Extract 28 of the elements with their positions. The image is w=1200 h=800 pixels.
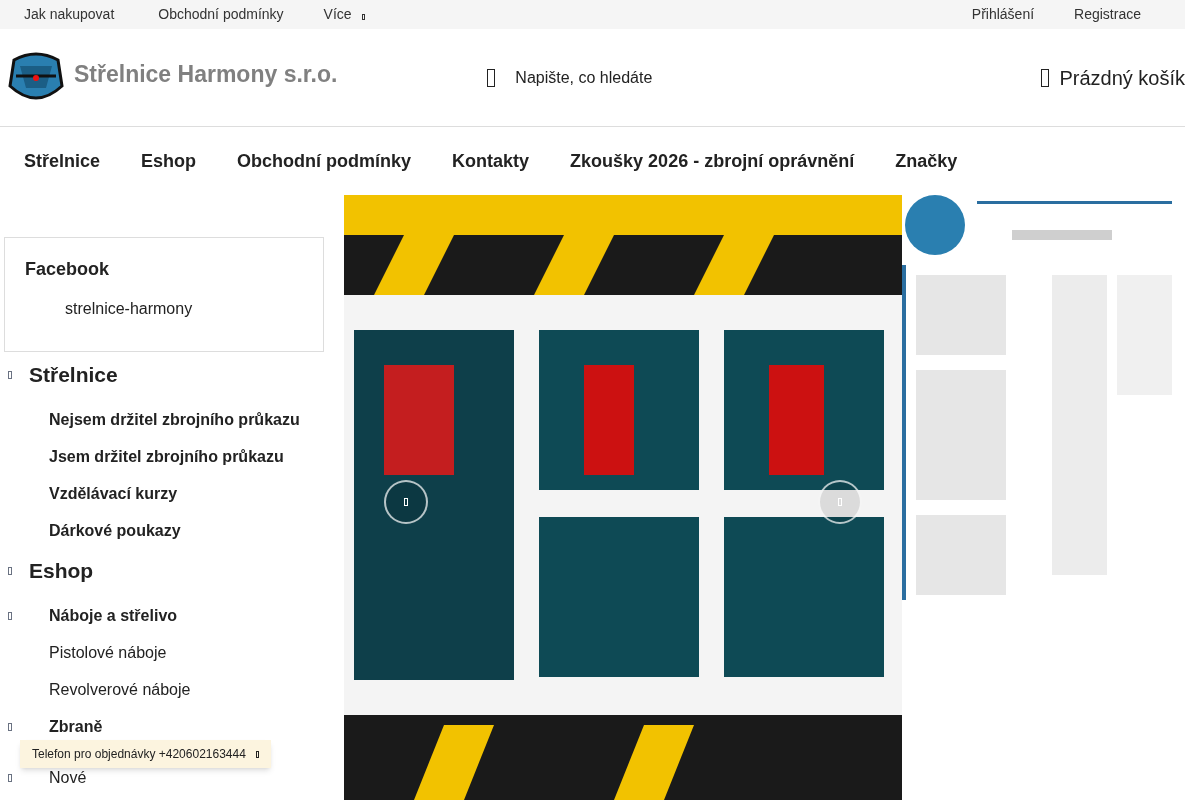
category-link[interactable]: Dárkové poukazy [0, 518, 181, 543]
category-link[interactable]: Pistolové náboje [0, 640, 167, 665]
facebook-link[interactable]: strelnice-harmony [65, 297, 303, 321]
top-link[interactable]: Obchodní podmínky [138, 4, 304, 25]
category-link[interactable]: Nejsem držitel zbrojního průkazu [0, 407, 300, 432]
category-link[interactable]: Nové [0, 765, 87, 790]
top-link[interactable]: Registrace [1054, 4, 1161, 25]
nav-link[interactable]: Střelnice [4, 147, 121, 175]
category-link[interactable]: Náboje a střelivo [0, 603, 178, 628]
category-link[interactable]: Revolverové náboje [0, 677, 191, 702]
category-link[interactable]: Vzdělávací kurzy [0, 481, 178, 506]
facebook-heading: Facebook [25, 258, 111, 281]
more-menu[interactable]: Více [303, 4, 385, 25]
search-field[interactable]: Napište, co hledáte [487, 65, 653, 90]
cart-link[interactable]: Prázdný košík [1041, 62, 1185, 93]
nav-link[interactable]: Kontakty [432, 147, 550, 175]
toast-text: Telefon pro objednávky +420602163444 [32, 746, 246, 763]
top-link[interactable]: Přihlášení [951, 4, 1055, 25]
top-link[interactable]: Jak nakupovat [4, 4, 135, 25]
nav-link[interactable]: Eshop [121, 147, 217, 175]
nav-link[interactable]: Obchodní podmínky [217, 147, 432, 175]
category-link[interactable]: Jsem držitel zbrojního průkazu [0, 444, 284, 469]
category-link[interactable]: Eshop [0, 555, 94, 587]
logo-text: Střelnice Harmony s.r.o. [74, 60, 338, 90]
nav-link[interactable]: Značky [875, 147, 978, 175]
category-link[interactable]: Střelnice [0, 359, 118, 391]
nav-link[interactable]: Zkoušky 2026 - zbrojní oprávnění [550, 147, 875, 175]
category-link[interactable]: Zbraně [0, 714, 103, 739]
